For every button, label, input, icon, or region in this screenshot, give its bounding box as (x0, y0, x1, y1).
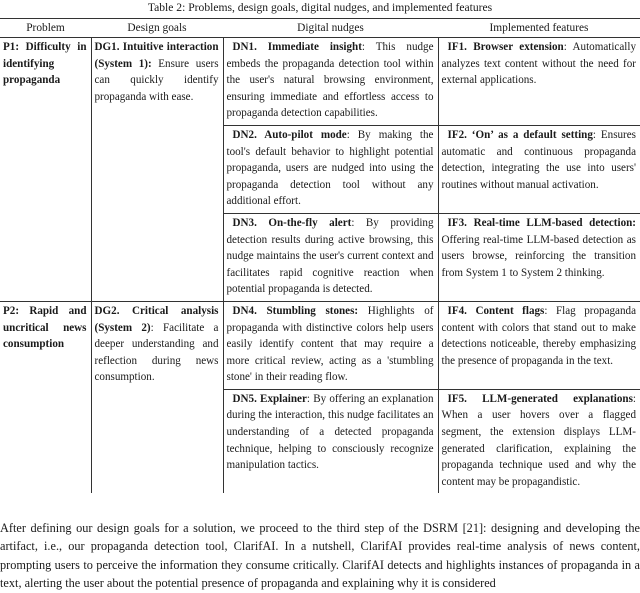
features-table: Problem Design goals Digital nudges Impl… (0, 18, 640, 494)
nudge-title: DN3. On-the-fly alert (232, 216, 352, 229)
feature-text: Offering real-time LLM-based detection a… (441, 233, 637, 279)
nudge-title: DN4. Stumbling stones: (232, 304, 359, 317)
design-goal-cell: DG1. Intuitive interaction (System 1): E… (90, 37, 223, 302)
design-goal-cell: DG2. Critical analysis (System 2): Facil… (90, 300, 223, 494)
problem-cell: P2: Rapid and uncritical news consumptio… (0, 300, 91, 494)
nudge-cell: DN5. Explainer: By offering an explanati… (222, 388, 439, 494)
feature-cell: IF4. Content flags: Flag propaganda cont… (438, 300, 640, 390)
nudge-cell: DN3. On-the-fly alert: By providing dete… (222, 212, 439, 302)
feature-title: IF1. Browser extension (447, 41, 564, 53)
feature-title: IF4. Content flags (447, 304, 545, 317)
nudge-cell: DN4. Stumbling stones: Highlights of pro… (222, 300, 439, 390)
table-header-row: Problem Design goals Digital nudges Impl… (0, 18, 640, 38)
nudge-title: DN2. Auto-pilot mode (232, 128, 347, 141)
table-row: P1: Difficulty in identifying propaganda… (0, 37, 640, 302)
feature-cell: IF2. ‘On’ as a default setting: Ensures … (438, 124, 640, 214)
problem-label: P2: Rapid and uncritical news consumptio… (3, 304, 87, 351)
feature-title: IF3. Real-time LLM-based detection: (447, 216, 637, 229)
nudge-cell: DN2. Auto-pilot mode: By making the tool… (222, 124, 439, 214)
table-row: P2: Rapid and uncritical news consumptio… (0, 300, 640, 494)
feature-cell: IF1. Browser extension: Automatically an… (438, 38, 640, 126)
problem-label: P1: Difficulty in identifying propaganda (3, 41, 87, 87)
header-implemented-features: Implemented features (438, 18, 640, 38)
nudge-title: DN1. Immediate insight (232, 41, 362, 53)
feature-title: IF5. LLM-generated explanations (447, 392, 633, 405)
nudge-title: DN5. Explainer (232, 392, 307, 405)
header-design-goals: Design goals (91, 18, 223, 38)
feature-title: IF2. ‘On’ as a default setting (447, 128, 593, 141)
feature-cell: IF5. LLM-generated explanations: When a … (438, 388, 640, 494)
body-paragraph: After defining our design goals for a so… (0, 521, 640, 591)
feature-cell: IF3. Real-time LLM-based detection: Offe… (438, 212, 640, 302)
header-digital-nudges: Digital nudges (223, 18, 438, 38)
problem-cell: P1: Difficulty in identifying propaganda (0, 38, 91, 302)
feature-text: : When a user hovers over a flagged segm… (441, 392, 637, 488)
header-problem: Problem (0, 18, 91, 38)
table-caption: Table 2: Problems, design goals, digital… (147, 1, 493, 14)
nudge-cell: DN1. Immediate insight: This nudge embed… (222, 37, 439, 126)
